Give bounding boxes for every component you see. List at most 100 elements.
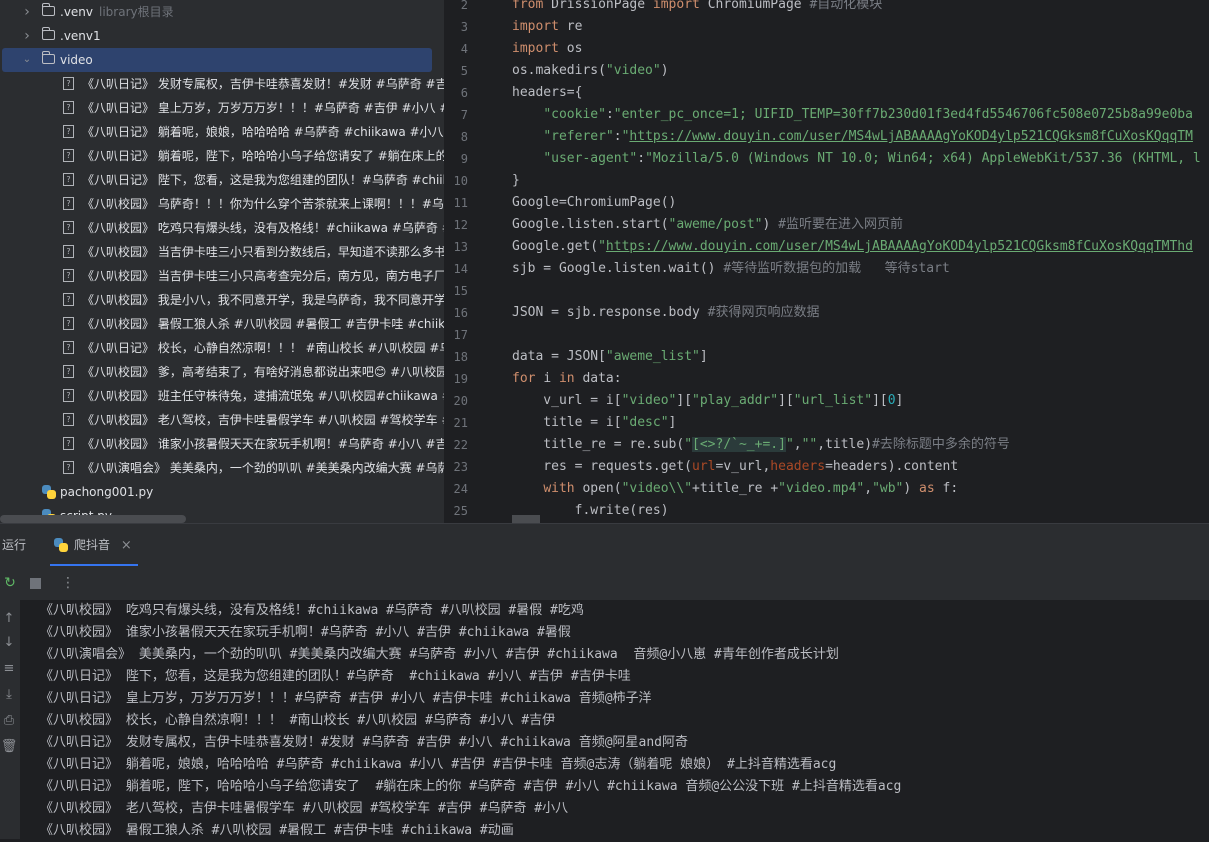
tree-file[interactable]: ? 《八叭校园》 老八驾校，吉伊卡哇暑假学车 #八叭校园 #驾校学车 #吉伊 [0, 408, 444, 432]
tab-run-config[interactable]: 爬抖音 × [54, 524, 132, 566]
scroll-down-icon[interactable]: ↓ [0, 632, 18, 654]
line-number: 11 [453, 196, 468, 210]
tree-item-text: 《八叭日记》 校长，心静自然凉啊！！！ #南山校长 #八叭校园 #乌萨奇 [82, 341, 444, 355]
unknown-file-icon: ? [63, 197, 74, 210]
code-token: : [637, 151, 646, 166]
tree-folder[interactable]: › .venv1 [0, 24, 444, 48]
code-token: open( [582, 481, 622, 496]
code-token: #自动化模块 [809, 0, 883, 12]
folder-icon [41, 27, 55, 40]
code-line[interactable]: "referer":"https://www.douyin.com/user/M… [512, 126, 1193, 148]
tree-item-label: 《八叭校园》 谁家小孩暑假天天在家玩手机啊！#乌萨奇 #小八 #吉伊 [82, 432, 444, 456]
tree-horizontal-scrollbar[interactable] [0, 515, 186, 523]
code-line[interactable]: JSON = sjb.response.body #获得网页响应数据 [512, 302, 820, 324]
code-line[interactable]: "cookie":"enter_pc_once=1; UIFID_TEMP=30… [512, 104, 1193, 126]
tree-file[interactable]: pachong001.py [0, 480, 444, 504]
line-number: 16 [453, 306, 468, 320]
project-tree[interactable]: › .venv library根目录 › .venv1 ⌄ video? 《八叭日记》 发财专… [0, 0, 444, 523]
code-line[interactable]: data = JSON["aweme_list"] [512, 346, 708, 368]
code-token: import [512, 41, 567, 56]
code-token: "video.mp4" [778, 481, 865, 496]
soft-wrap-icon[interactable]: ≡ [0, 658, 18, 680]
unknown-file-icon: ? [63, 317, 74, 330]
code-line[interactable]: Google=ChromiumPage() [512, 192, 676, 214]
unknown-file-icon: ? [63, 413, 74, 426]
code-line[interactable]: title_re = re.sub("[<>?/`~_+=.]","",titl… [512, 434, 1010, 456]
code-token: #获得网页响应数据 [707, 305, 820, 320]
tree-file[interactable]: ? 《八叭日记》 陛下，您看，这是我为您组建的团队！#乌萨奇 #chiikawa [0, 168, 444, 192]
tree-file[interactable]: ? 《八叭日记》 躺着呢，陛下，哈哈哈小乌子给您请安了 #躺在床上的你 [0, 144, 444, 168]
console-line: 《八叭日记》 陛下，您看，这是我为您组建的团队！#乌萨奇 #chiikawa #… [40, 669, 631, 684]
python-file-icon [42, 485, 56, 499]
tree-file[interactable]: ? 《八叭演唱会》 美美桑内，一个劲的叭叭 #美美桑内改编大赛 #乌萨奇 [0, 456, 444, 480]
line-number: 8 [460, 130, 468, 144]
stop-icon[interactable] [25, 566, 45, 600]
tree-file[interactable]: ? 《八叭日记》 发财专属权，吉伊卡哇恭喜发财！#发财 #乌萨奇 #吉伊 [0, 72, 444, 96]
tree-file[interactable]: ? 《八叭校园》 当吉伊卡哇三小只看到分数线后，早知道不读那么多书了 [0, 240, 444, 264]
tree-item-text: 《八叭校园》 暑假工狼人杀 #八叭校园 #暑假工 #吉伊卡哇 #chiikawa [82, 317, 444, 331]
code-line[interactable]: for i in data: [512, 368, 622, 390]
tree-file[interactable]: ? 《八叭校园》 班主任守株待兔，逮捕流氓兔 #八叭校园#chiikawa #小八 [0, 384, 444, 408]
tree-item-text: 《八叭校园》 当吉伊卡哇三小只看到分数线后，早知道不读那么多书了 [82, 245, 444, 259]
tree-file[interactable]: ? 《八叭日记》 校长，心静自然凉啊！！！ #南山校长 #八叭校园 #乌萨奇 [0, 336, 444, 360]
code-token: " [785, 437, 794, 452]
code-token: "enter_pc_once=1; UIFID_TEMP=30ff7b230d0… [613, 107, 1193, 122]
code-line[interactable]: headers={ [512, 82, 582, 104]
console-line: 《八叭日记》 躺着呢，娘娘，哈哈哈哈 #乌萨奇 #chiikawa #小八 #吉… [40, 757, 837, 772]
tree-file[interactable]: ? 《八叭校园》 爹，高考结束了，有啥好消息都说出来吧😊 #八叭校园 [0, 360, 444, 384]
tree-item-text: 《八叭校园》 谁家小孩暑假天天在家玩手机啊！#乌萨奇 #小八 #吉伊 [82, 437, 444, 451]
tree-item-text: video [60, 53, 93, 67]
tree-file[interactable]: ? 《八叭校园》 当吉伊卡哇三小只高考查完分后，南方见，南方电子厂见 [0, 264, 444, 288]
code-line[interactable]: "user-agent":"Mozilla/5.0 (Windows NT 10… [512, 148, 1200, 170]
tree-file[interactable]: ? 《八叭校园》 吃鸡只有爆头线，没有及格线！#chiikawa #乌萨奇 #八叭 [0, 216, 444, 240]
tree-item-label: .venv1 [60, 24, 101, 48]
scroll-up-icon[interactable]: ↑ [0, 608, 18, 630]
code-line[interactable]: from DrissionPage import ChromiumPage #自… [512, 0, 882, 16]
tree-item-text: .venv1 [60, 29, 101, 43]
code-line[interactable]: Google.listen.start("aweme/post") #监听要在进… [512, 214, 903, 236]
code-token: ] [668, 415, 677, 430]
tree-file[interactable]: ? 《八叭校园》 谁家小孩暑假天天在家玩手机啊！#乌萨奇 #小八 #吉伊 [0, 432, 444, 456]
code-token: =headers).content [825, 459, 959, 474]
tree-file[interactable]: ? 《八叭校园》 我是小八，我不同意开学，我是乌萨奇，我不同意开学 [0, 288, 444, 312]
code-line[interactable]: res = requests.get(url=v_url,headers=hea… [512, 456, 958, 478]
code-token: "referer" [543, 129, 614, 144]
code-line[interactable]: import re [512, 16, 582, 38]
tree-folder[interactable]: › .venv library根目录 [0, 0, 444, 24]
tree-item-text: 《八叭校园》 吃鸡只有爆头线，没有及格线！#chiikawa #乌萨奇 #八叭 [82, 221, 444, 235]
code-line[interactable]: title = i["desc"] [512, 412, 676, 434]
code-token: import [512, 19, 567, 34]
tree-file[interactable]: ? 《八叭校园》 乌萨奇！！！你为什么穿个苦茶就来上课啊！！！#乌萨奇 [0, 192, 444, 216]
tree-file[interactable]: ? 《八叭日记》 躺着呢，娘娘，哈哈哈哈 #乌萨奇 #chiikawa #小八 #… [0, 120, 444, 144]
code-line[interactable]: v_url = i["video"]["play_addr"]["url_lis… [512, 390, 903, 412]
code-line[interactable]: os.makedirs("video") [512, 60, 669, 82]
code-token: } [512, 173, 520, 188]
run-panel-label: 运行 [2, 538, 27, 552]
tree-item-text: 《八叭日记》 陛下，您看，这是我为您组建的团队！#乌萨奇 #chiikawa [82, 173, 444, 187]
code-editor[interactable]: 2 3 4 5 6 7 8 9 10 11 12 13 14 15 16 17 18 19 20 21 22 23 24 25… [444, 0, 1209, 523]
chevron-down-icon[interactable]: ⌄ [22, 48, 32, 72]
clear-icon[interactable]: 🗑 [0, 736, 18, 758]
scroll-to-end-icon[interactable]: ⤓ [0, 684, 18, 706]
tree-file[interactable]: ? 《八叭日记》 皇上万岁，万岁万万岁！！！#乌萨奇 #吉伊 #小八 #吉 [0, 96, 444, 120]
chevron-right-icon[interactable]: › [22, 0, 32, 24]
tree-folder[interactable]: ⌄ video [0, 48, 444, 72]
console-line: 《八叭校园》 老八驾校，吉伊卡哇暑假学车 #八叭校园 #驾校学车 #吉伊 #乌萨… [40, 801, 569, 816]
print-icon[interactable]: ⎙ [0, 710, 18, 732]
editor-horizontal-scrollbar[interactable] [512, 515, 540, 523]
chevron-right-icon[interactable]: › [22, 24, 32, 48]
code-token: JSON = sjb.response.body [512, 305, 708, 320]
close-icon[interactable]: × [121, 538, 132, 553]
code-line[interactable]: sjb = Google.listen.wait() #等待监听数据包的加载 等… [512, 258, 950, 280]
code-token: : [613, 129, 622, 144]
more-icon[interactable]: ⋮ [58, 566, 78, 600]
code-line[interactable]: } [512, 170, 520, 192]
code-line[interactable]: import os [512, 38, 582, 60]
code-line[interactable]: with open("video\\"+title_re +"video.mp4… [512, 478, 958, 500]
tree-file[interactable]: ? 《八叭校园》 暑假工狼人杀 #八叭校园 #暑假工 #吉伊卡哇 #chiikaw… [0, 312, 444, 336]
rerun-icon[interactable]: ↻ [0, 566, 20, 600]
code-token: v_url = i[ [512, 393, 622, 408]
tree-item-label: 《八叭校园》 班主任守株待兔，逮捕流氓兔 #八叭校园#chiikawa #小八 [82, 384, 444, 408]
tree-item-text: 《八叭日记》 发财专属权，吉伊卡哇恭喜发财！#发财 #乌萨奇 #吉伊 [82, 77, 444, 91]
code-line[interactable]: Google.get("https://www.douyin.com/user/… [512, 236, 1193, 258]
